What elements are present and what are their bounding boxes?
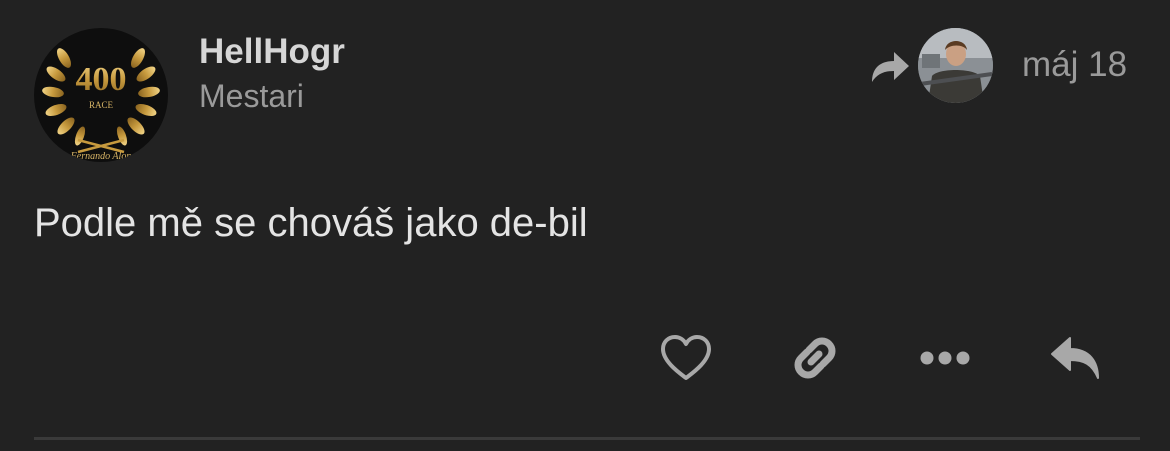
author-avatar[interactable]: 400 RACE Fernando Alon: [34, 28, 168, 162]
post-date[interactable]: máj 18: [1022, 44, 1127, 86]
post: 400 RACE Fernando Alon HellHogr Mestari …: [0, 0, 1170, 451]
like-button[interactable]: [654, 328, 718, 388]
author-title: Mestari: [199, 78, 304, 114]
post-divider: [34, 437, 1140, 440]
more-options-button[interactable]: [913, 328, 977, 388]
reply-button[interactable]: [1044, 328, 1108, 388]
badge-subtitle: RACE: [89, 100, 114, 110]
heart-icon: [661, 335, 711, 380]
badge-caption: Fernando Alon: [70, 151, 132, 162]
link-icon: [794, 337, 836, 379]
post-body-text: Podle mě se chováš jako de-bil: [34, 201, 588, 245]
reply-to-arrow-icon[interactable]: [868, 46, 912, 86]
copy-link-button[interactable]: [783, 328, 847, 388]
author-username[interactable]: HellHogr: [199, 32, 345, 72]
badge-number: 400: [76, 61, 127, 98]
replied-user-avatar[interactable]: [918, 28, 993, 103]
reply-icon: [1051, 337, 1099, 379]
laurel-badge-image: 400 RACE Fernando Alon: [42, 48, 160, 162]
ellipsis-icon: [920, 351, 970, 365]
